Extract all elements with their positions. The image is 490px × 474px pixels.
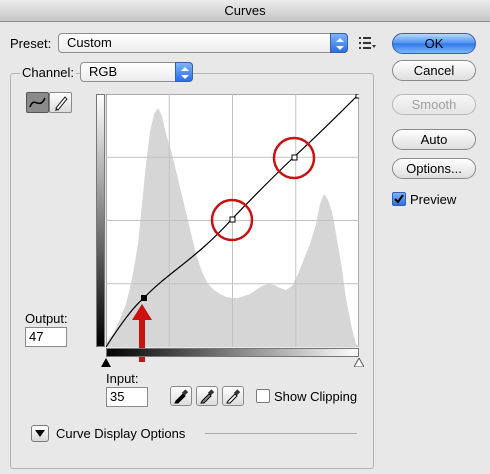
white-point-slider-icon[interactable] — [354, 358, 364, 367]
smooth-button[interactable]: Smooth — [392, 94, 476, 115]
gray-eyedropper-button[interactable] — [196, 386, 218, 406]
channel-dropdown[interactable]: RGB — [80, 62, 193, 82]
black-eyedropper-button[interactable] — [170, 386, 192, 406]
white-eyedropper-button[interactable] — [222, 386, 244, 406]
output-field[interactable]: 47 — [25, 327, 67, 347]
channel-label: Channel: — [20, 65, 77, 80]
checkmark-icon — [394, 194, 404, 204]
curve-display-options-label: Curve Display Options — [56, 426, 186, 441]
cancel-button[interactable]: Cancel — [392, 60, 476, 81]
disclosure-triangle-icon — [35, 430, 45, 437]
curve-point[interactable] — [229, 216, 236, 223]
pencil-tool-button[interactable] — [49, 92, 72, 113]
show-clipping-checkbox[interactable] — [256, 389, 270, 403]
preview-label: Preview — [410, 192, 457, 207]
preset-options-menu-icon[interactable] — [358, 35, 376, 51]
preset-label: Preset: — [10, 36, 52, 51]
black-eyedropper-icon — [174, 389, 189, 404]
curve-tool-button[interactable] — [26, 92, 49, 113]
curve-point[interactable] — [291, 154, 298, 161]
preset-value: Custom — [67, 35, 112, 50]
curves-dialog: Preset: Custom Channel: RGB Output: 47 I… — [0, 22, 490, 474]
preset-dropdown[interactable]: Custom — [58, 33, 348, 53]
window-title: Curves — [0, 0, 490, 22]
output-label: Output: — [25, 311, 68, 326]
output-gradient-bar — [96, 94, 105, 347]
dropdown-arrows-icon — [175, 62, 193, 82]
preview-checkbox[interactable] — [392, 192, 406, 206]
dropdown-arrows-icon — [330, 33, 348, 53]
auto-button[interactable]: Auto — [392, 129, 476, 150]
options-button[interactable]: Options... — [392, 158, 476, 179]
curve-endpoint[interactable] — [355, 94, 359, 99]
input-label: Input: — [106, 371, 139, 386]
show-clipping-label: Show Clipping — [274, 389, 358, 404]
pencil-icon — [55, 96, 68, 111]
ok-button[interactable]: OK — [392, 33, 476, 54]
input-gradient-bar — [106, 348, 359, 357]
black-point-slider-icon[interactable] — [101, 358, 111, 367]
white-eyedropper-icon — [226, 389, 241, 404]
divider — [205, 433, 357, 434]
channel-value: RGB — [89, 64, 118, 79]
curve-display-options-toggle[interactable] — [31, 425, 49, 442]
input-field[interactable]: 35 — [106, 387, 148, 407]
curve-point-icon — [29, 97, 46, 108]
curve-point-selected[interactable] — [141, 295, 147, 301]
gray-eyedropper-icon — [200, 389, 215, 404]
